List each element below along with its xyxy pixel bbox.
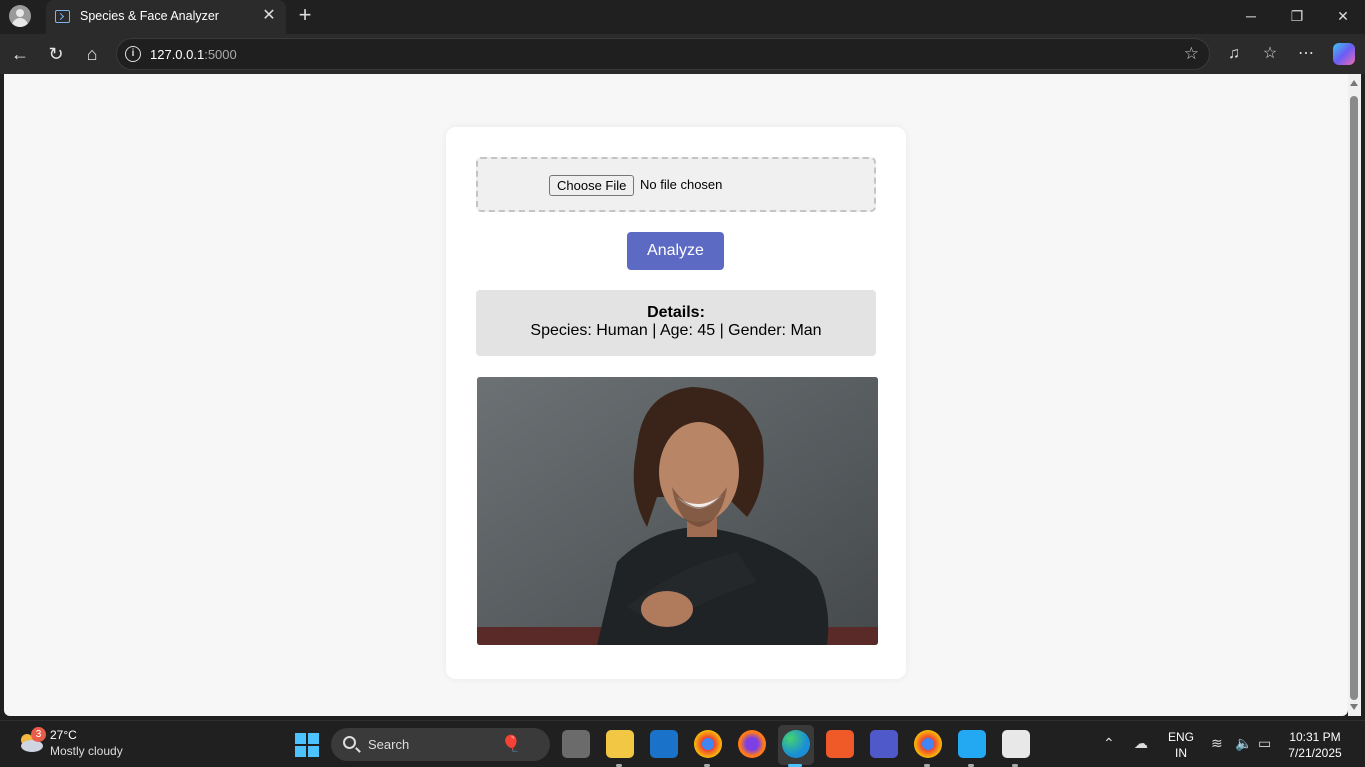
- copilot-icon[interactable]: [1333, 43, 1355, 65]
- scroll-thumb[interactable]: [1350, 96, 1358, 700]
- browser-toolbar: ← ↻ ⌂ i 127.0.0.1:5000 ☆ ♫ ☆ ⋯: [0, 34, 1365, 74]
- language-line1[interactable]: ENG: [1166, 730, 1196, 744]
- reload-icon[interactable]: ↻: [44, 42, 68, 66]
- taskbar-search[interactable]: Search 🎈: [331, 728, 550, 761]
- chrome-icon[interactable]: [914, 730, 942, 758]
- choose-file-button[interactable]: Choose File: [549, 175, 635, 196]
- url-text: 127.0.0.1:5000: [150, 47, 237, 62]
- file-explorer-icon[interactable]: [606, 730, 634, 758]
- snipping-tool-icon[interactable]: [1002, 730, 1030, 758]
- page-viewport: Choose File No file chosen Analyze Detai…: [4, 74, 1348, 716]
- close-tab-icon[interactable]: ✕: [260, 7, 278, 25]
- analyzer-card: Choose File No file chosen Analyze Detai…: [446, 127, 906, 679]
- vscode-icon[interactable]: [958, 730, 986, 758]
- terminal-favicon-icon: [55, 10, 70, 23]
- upload-dropzone[interactable]: Choose File No file chosen: [476, 157, 876, 212]
- clock-date[interactable]: 7/21/2025: [1285, 746, 1345, 760]
- details-heading: Details:: [647, 304, 705, 321]
- uploaded-photo: [477, 377, 878, 645]
- analyze-button[interactable]: Analyze: [627, 232, 724, 270]
- weather-badge: 3: [31, 727, 46, 742]
- windows-taskbar: 3 27°C Mostly cloudy Search 🎈 ⌃ ☁ ENG IN…: [0, 720, 1365, 767]
- tab-title: Species & Face Analyzer: [80, 9, 219, 23]
- details-panel: Details: Species: Human | Age: 45 | Gend…: [476, 290, 876, 356]
- favorite-star-icon[interactable]: ☆: [1184, 44, 1199, 64]
- favorites-icon[interactable]: ☆: [1258, 42, 1282, 66]
- onedrive-icon[interactable]: ☁: [1134, 735, 1148, 752]
- profile-avatar-icon[interactable]: [9, 5, 31, 27]
- outlook-icon[interactable]: [650, 730, 678, 758]
- search-highlight-icon: 🎈: [501, 736, 521, 753]
- edge-icon[interactable]: [782, 730, 810, 758]
- language-line2[interactable]: IN: [1166, 746, 1196, 760]
- chevron-up-icon[interactable]: ⌃: [1103, 735, 1115, 752]
- browser-title-bar: Species & Face Analyzer ✕ + ─ ❐ ✕: [0, 0, 1365, 34]
- home-icon[interactable]: ⌂: [80, 42, 104, 66]
- browser-tab[interactable]: Species & Face Analyzer ✕: [46, 0, 286, 34]
- photo-illustration: [477, 377, 878, 645]
- teams-icon[interactable]: [870, 730, 898, 758]
- close-window-icon[interactable]: ✕: [1323, 4, 1363, 28]
- restore-icon[interactable]: ❐: [1277, 4, 1317, 28]
- battery-icon[interactable]: ▭: [1258, 735, 1271, 752]
- wifi-icon[interactable]: ≋: [1211, 735, 1223, 752]
- site-info-icon[interactable]: i: [125, 46, 141, 62]
- scroll-up-icon[interactable]: [1350, 80, 1358, 86]
- task-view-icon[interactable]: [562, 730, 590, 758]
- weather-condition[interactable]: Mostly cloudy: [50, 744, 123, 758]
- brave-icon[interactable]: [826, 730, 854, 758]
- new-tab-icon[interactable]: +: [294, 4, 316, 28]
- volume-icon[interactable]: 🔈: [1235, 735, 1252, 752]
- clock-time[interactable]: 10:31 PM: [1285, 730, 1345, 744]
- chrome-profile-icon[interactable]: [694, 730, 722, 758]
- file-status-text: No file chosen: [640, 177, 723, 192]
- details-result-text: Species: Human | Age: 45 | Gender: Man: [530, 322, 822, 339]
- search-icon: [343, 736, 356, 749]
- read-aloud-icon[interactable]: ♫: [1222, 42, 1246, 66]
- weather-temperature[interactable]: 27°C: [50, 728, 77, 742]
- scroll-down-icon[interactable]: [1350, 704, 1358, 710]
- address-bar[interactable]: i 127.0.0.1:5000 ☆: [116, 38, 1210, 70]
- back-icon[interactable]: ←: [8, 42, 32, 66]
- search-label: Search: [368, 737, 410, 752]
- more-menu-icon[interactable]: ⋯: [1294, 42, 1318, 66]
- page-scrollbar[interactable]: [1348, 74, 1361, 716]
- minimize-icon[interactable]: ─: [1231, 4, 1271, 28]
- windows-start-icon[interactable]: [295, 733, 319, 757]
- firefox-icon[interactable]: [738, 730, 766, 758]
